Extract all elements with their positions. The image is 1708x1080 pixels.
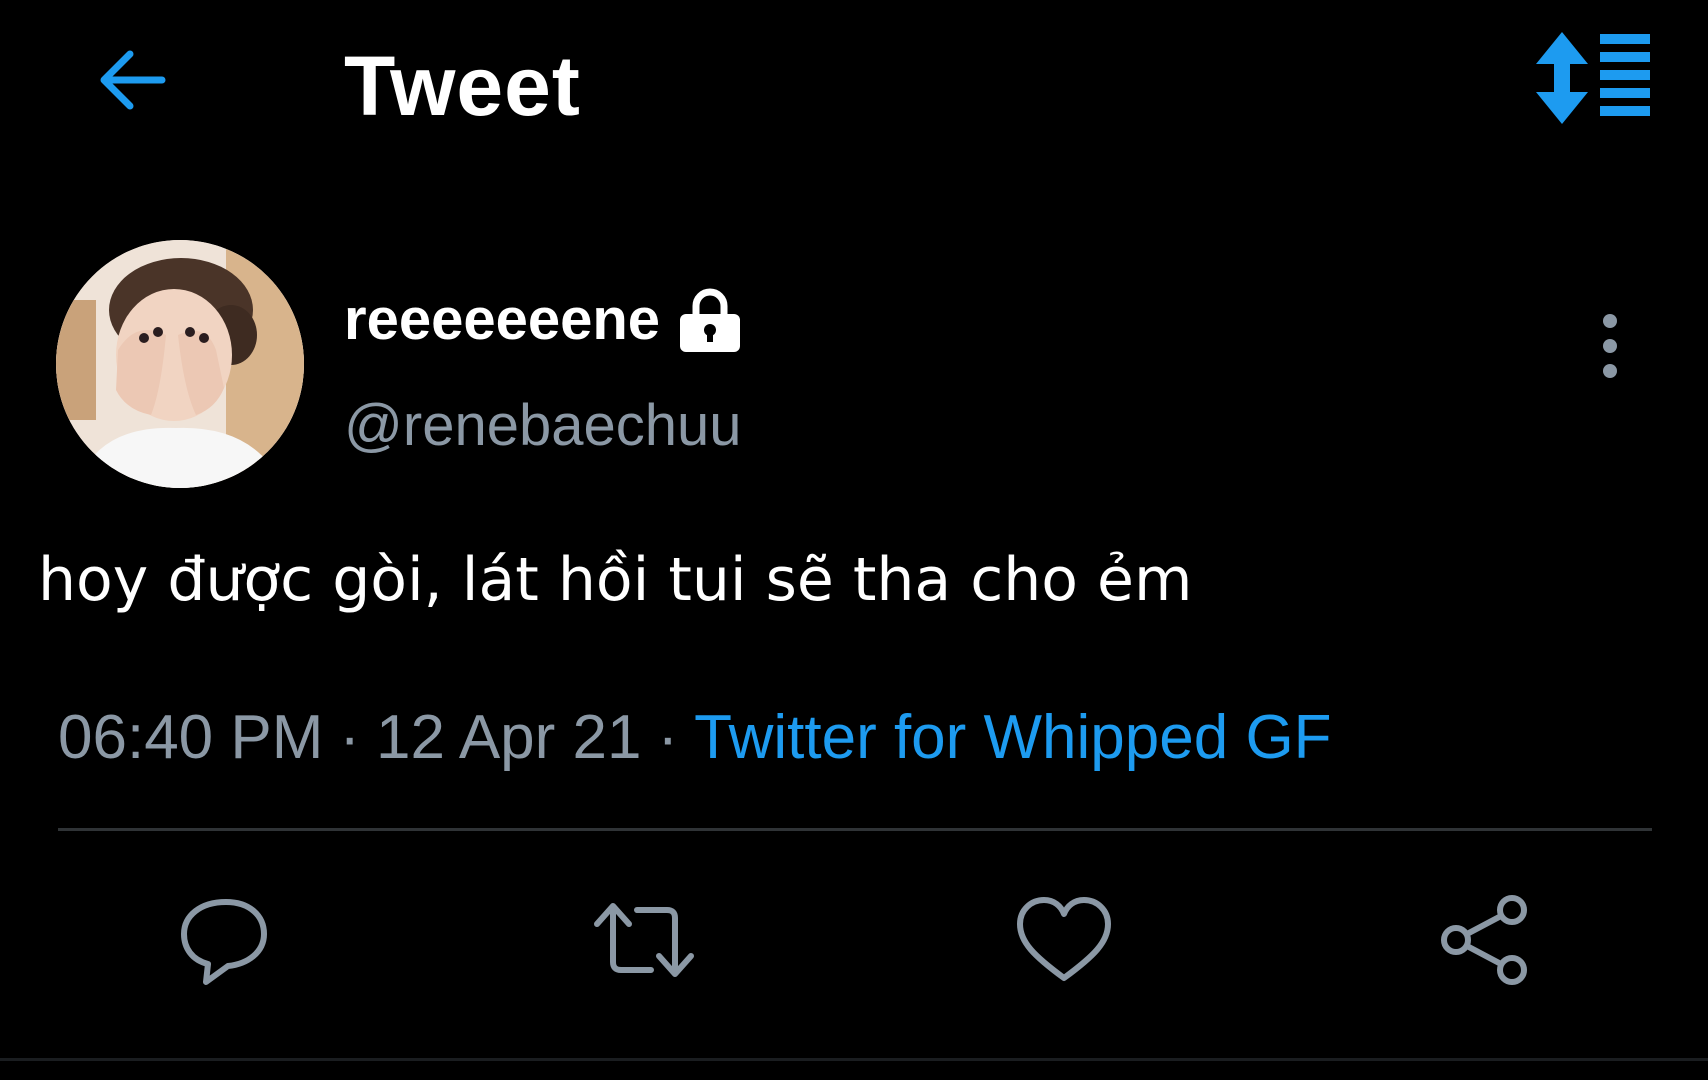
heart-icon <box>1017 897 1111 981</box>
like-button[interactable] <box>1004 880 1124 1000</box>
tweet-text: hoy được gòi, lát hồi tui sẽ tha cho ẻm <box>38 545 1193 615</box>
meta-separator: · <box>339 703 361 772</box>
meta-separator: · <box>657 703 679 772</box>
tweet-meta: 06:40 PM · 12 Apr 21 · Twitter for Whipped G… <box>58 698 1332 778</box>
share-button[interactable] <box>1426 880 1546 1000</box>
action-bar <box>0 880 1708 1000</box>
page-title: Tweet <box>344 39 581 133</box>
share-icon <box>1441 895 1527 985</box>
retweet-button[interactable] <box>584 880 704 1000</box>
reply-bubble-icon <box>181 899 267 985</box>
display-name-row: reeeeeeene <box>344 284 742 356</box>
arrow-left-icon <box>100 50 166 110</box>
tweet-time: 06:40 PM <box>58 703 324 772</box>
tweet-date: 12 Apr 21 <box>376 703 642 772</box>
avatar[interactable] <box>56 240 304 488</box>
bottom-divider <box>0 1058 1708 1061</box>
retweet-icon <box>594 903 694 977</box>
tweet-source-link[interactable]: Twitter for Whipped GF <box>694 703 1331 772</box>
avatar-photo <box>56 240 304 488</box>
display-name[interactable]: reeeeeeene <box>344 284 660 356</box>
lock-icon <box>678 286 742 354</box>
username[interactable]: @renebaechuu <box>344 390 742 462</box>
more-vertical-icon <box>1603 314 1617 378</box>
back-button[interactable] <box>88 38 176 122</box>
more-options-button[interactable] <box>1580 296 1640 396</box>
divider <box>58 828 1652 831</box>
sort-button[interactable] <box>1530 28 1658 128</box>
reply-button[interactable] <box>164 880 284 1000</box>
top-bar: Tweet <box>0 0 1708 170</box>
sort-up-down-list-icon <box>1536 32 1650 124</box>
